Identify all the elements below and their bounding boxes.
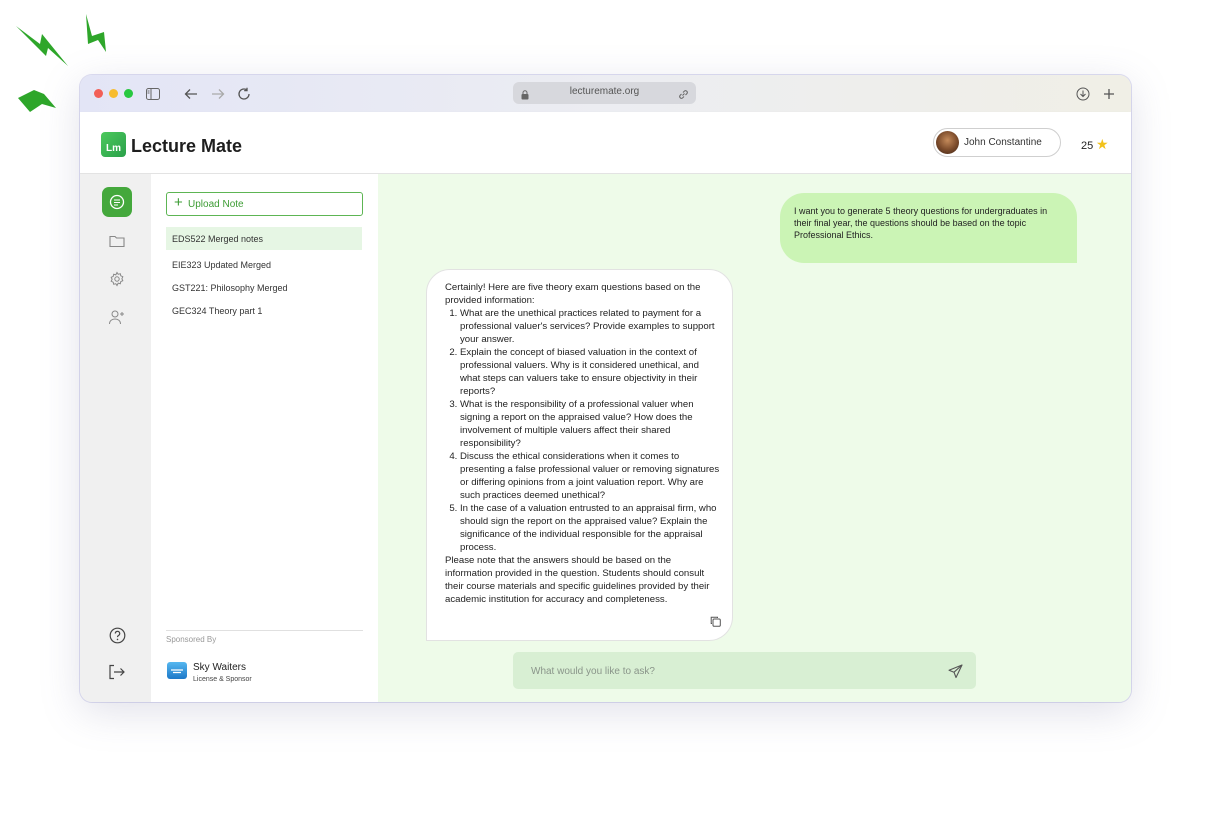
question-list: What are the unethical practices related…	[445, 307, 720, 554]
note-item[interactable]: EDS522 Merged notes	[166, 227, 362, 250]
sponsor-name: Sky Waiters	[193, 662, 246, 673]
add-user-icon	[109, 310, 124, 325]
logout-icon	[109, 664, 125, 680]
address-bar[interactable]: lecturemate.org	[513, 82, 696, 104]
new-tab-plus-icon[interactable]	[1099, 84, 1119, 104]
icon-rail	[80, 174, 151, 702]
chat-nav-button[interactable]	[102, 187, 132, 217]
points-count: 25	[1081, 140, 1094, 152]
chat-icon	[109, 194, 125, 210]
send-icon	[947, 663, 963, 678]
download-icon[interactable]	[1073, 84, 1093, 104]
back-arrow-icon[interactable]	[181, 84, 201, 104]
note-item-label: GST221: Philosophy Merged	[172, 283, 288, 293]
note-item[interactable]: GEC324 Theory part 1	[166, 299, 362, 322]
app-header: Lm Lecture Mate John Constantine 25 ★	[80, 112, 1131, 174]
star-icon: ★	[1096, 136, 1109, 152]
question-item: What is the responsibility of a professi…	[460, 398, 720, 450]
close-window-dot[interactable]	[94, 89, 103, 98]
add-user-nav-button[interactable]	[102, 302, 132, 332]
user-name: John Constantine	[964, 137, 1042, 148]
sponsor-label: Sponsored By	[166, 635, 217, 644]
question-item: In the case of a valuation entrusted to …	[460, 502, 720, 554]
upload-note-button[interactable]: + Upload Note	[166, 192, 363, 216]
folder-nav-button[interactable]	[102, 226, 132, 256]
help-icon	[109, 627, 125, 643]
chat-input[interactable]	[529, 661, 933, 681]
sponsor-divider	[166, 630, 363, 631]
assistant-outro: Please note that the answers should be b…	[445, 555, 710, 605]
sponsor-subtitle: License & Sponsor	[193, 676, 252, 683]
note-item-label: EDS522 Merged notes	[172, 234, 264, 244]
folder-icon	[109, 235, 125, 248]
note-item-label: EIE323 Updated Merged	[172, 260, 272, 270]
settings-gear-icon	[110, 271, 124, 287]
assistant-message-bubble: Certainly! Here are five theory exam que…	[426, 269, 733, 641]
note-item[interactable]: EIE323 Updated Merged	[166, 253, 362, 276]
minimize-window-dot[interactable]	[109, 89, 118, 98]
note-item-label: GEC324 Theory part 1	[172, 306, 263, 316]
chat-panel: I want you to generate 5 theory question…	[378, 174, 1131, 702]
question-item: Discuss the ethical considerations when …	[460, 450, 720, 502]
browser-titlebar: lecturemate.org	[80, 75, 1131, 112]
upload-note-label: Upload Note	[188, 199, 244, 210]
logout-button[interactable]	[102, 657, 132, 687]
settings-nav-button[interactable]	[102, 264, 132, 294]
logo-mark-text: Lm	[106, 143, 121, 154]
copy-icon[interactable]	[710, 616, 721, 631]
reload-icon[interactable]	[234, 84, 254, 104]
question-item: Explain the concept of biased valuation …	[460, 346, 720, 398]
plus-icon: +	[174, 194, 183, 211]
url-text: lecturemate.org	[569, 86, 640, 97]
avatar	[936, 131, 959, 154]
question-item: What are the unethical practices related…	[460, 307, 720, 346]
forward-arrow-icon[interactable]	[208, 84, 228, 104]
link-icon[interactable]	[678, 87, 689, 105]
browser-window: lecturemate.org Lm Lecture Mate John Con…	[80, 75, 1131, 702]
help-button[interactable]	[102, 620, 132, 650]
assistant-intro: Certainly! Here are five theory exam que…	[445, 282, 701, 306]
user-profile-button[interactable]: John Constantine	[933, 128, 1061, 157]
app-title: Lecture Mate	[131, 136, 243, 156]
maximize-window-dot[interactable]	[124, 89, 133, 98]
notes-sidebar: + Upload Note EDS522 Merged notes EIE323…	[151, 174, 378, 702]
user-message-bubble: I want you to generate 5 theory question…	[780, 193, 1077, 263]
app-logo-icon: Lm	[101, 132, 126, 157]
send-button[interactable]	[946, 662, 964, 680]
chat-input-bar	[513, 652, 976, 689]
sidebar-toggle-icon[interactable]	[143, 84, 163, 104]
sponsor-logo	[167, 662, 187, 679]
note-item[interactable]: GST221: Philosophy Merged	[166, 276, 362, 299]
